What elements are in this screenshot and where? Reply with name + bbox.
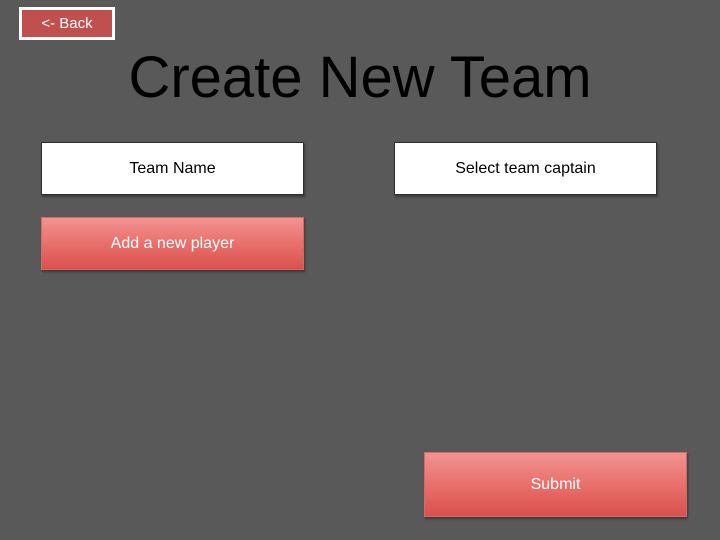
team-name-field[interactable]: Team Name [41, 142, 304, 195]
team-name-label: Team Name [129, 159, 216, 177]
page-title: Create New Team [128, 45, 592, 110]
team-captain-select[interactable]: Select team captain [394, 142, 657, 195]
add-player-button[interactable]: Add a new player [41, 217, 304, 270]
submit-button[interactable]: Submit [424, 452, 687, 517]
back-button[interactable]: <- Back [19, 7, 115, 40]
team-captain-label: Select team captain [455, 159, 596, 177]
add-player-label: Add a new player [110, 234, 235, 252]
submit-label: Submit [530, 475, 581, 493]
